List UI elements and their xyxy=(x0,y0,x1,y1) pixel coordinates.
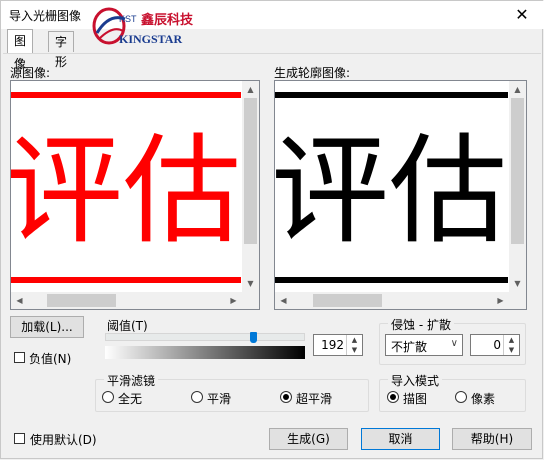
cancel-button[interactable]: 取消 xyxy=(361,428,440,450)
use-default-checkbox[interactable] xyxy=(14,433,25,444)
import-raster-dialog: 导入光栅图像 ✕ KST 鑫辰科技 KINGSTAR 图像 字形 源图像: 评估… xyxy=(0,0,544,459)
title-bar: 导入光栅图像 ✕ xyxy=(1,1,544,29)
source-top-bar xyxy=(11,92,241,98)
tab-panel-border xyxy=(3,53,541,55)
scroll-right-icon[interactable]: ▶ xyxy=(225,292,242,309)
scroll-left-icon[interactable]: ◀ xyxy=(11,292,28,309)
scroll-thumb[interactable] xyxy=(511,98,524,244)
threshold-stepper[interactable]: 192 ▲ ▼ xyxy=(313,334,363,356)
source-image-text: 评估 xyxy=(10,122,242,260)
import-trace-label: 描图 xyxy=(403,392,428,406)
window-title: 导入光栅图像 xyxy=(9,9,82,23)
threshold-value: 192 xyxy=(321,338,344,352)
stepper-down-icon[interactable]: ▼ xyxy=(347,345,362,355)
erode-stepper-arrows[interactable]: ▲ ▼ xyxy=(503,335,519,355)
load-button[interactable]: 加载(L)... xyxy=(10,316,84,338)
smoothing-none-radio[interactable] xyxy=(102,391,114,403)
erode-stepper[interactable]: 0 ▲ ▼ xyxy=(470,334,520,356)
threshold-stepper-arrows[interactable]: ▲ ▼ xyxy=(346,335,362,355)
smoothing-none-label: 全无 xyxy=(118,392,143,406)
outline-vertical-scrollbar[interactable]: ▲ ▼ xyxy=(509,81,526,292)
smoothing-super-label: 超平滑 xyxy=(296,392,333,406)
logo-english: KINGSTAR xyxy=(119,32,182,46)
negative-checkbox[interactable] xyxy=(14,352,25,363)
threshold-gradient xyxy=(105,346,305,359)
outline-top-bar xyxy=(275,92,508,98)
kingstar-logo: KST 鑫辰科技 KINGSTAR xyxy=(91,3,209,49)
chevron-down-icon: ∨ xyxy=(450,338,458,349)
erode-mode-select[interactable]: 不扩散 ∨ xyxy=(385,334,463,356)
stepper-up-icon[interactable]: ▲ xyxy=(504,335,519,345)
smoothing-super-radio[interactable] xyxy=(280,391,292,403)
stepper-down-icon[interactable]: ▼ xyxy=(504,345,519,355)
stepper-up-icon[interactable]: ▲ xyxy=(347,335,362,345)
scroll-corner xyxy=(509,292,526,309)
scroll-down-icon[interactable]: ▼ xyxy=(242,275,259,292)
logo-chinese: 鑫辰科技 xyxy=(140,12,194,28)
logo-kst: KST xyxy=(119,14,137,24)
smoothing-smooth-label: 平滑 xyxy=(207,392,232,406)
close-icon[interactable]: ✕ xyxy=(500,1,544,29)
outline-image-preview: 评估 ▲ ▼ ◀ ▶ xyxy=(274,80,527,310)
source-horizontal-scrollbar[interactable]: ◀ ▶ xyxy=(11,292,242,309)
erode-value: 0 xyxy=(493,338,501,352)
import-pixel-label: 像素 xyxy=(471,392,496,406)
smoothing-smooth-radio[interactable] xyxy=(191,391,203,403)
use-default-label: 使用默认(D) xyxy=(30,433,97,447)
scroll-down-icon[interactable]: ▼ xyxy=(509,275,526,292)
tab-glyph[interactable]: 字形 xyxy=(48,31,75,69)
negative-label: 负值(N) xyxy=(29,352,72,366)
tab-image[interactable]: 图像 xyxy=(7,29,34,71)
threshold-label: 阈值(T) xyxy=(107,319,148,333)
generate-button[interactable]: 生成(G) xyxy=(269,428,348,450)
scroll-up-icon[interactable]: ▲ xyxy=(509,81,526,98)
import-pixel-radio[interactable] xyxy=(455,391,467,403)
outline-image-text: 评估 xyxy=(274,122,508,260)
outline-bottom-bar xyxy=(275,277,508,283)
threshold-slider-thumb[interactable] xyxy=(250,332,257,343)
scroll-thumb[interactable] xyxy=(313,294,382,307)
import-mode-group: 导入模式 xyxy=(379,372,526,412)
help-button[interactable]: 帮助(H) xyxy=(452,428,532,450)
import-trace-radio[interactable] xyxy=(387,391,399,403)
source-bottom-bar xyxy=(11,277,241,283)
erode-mode-value: 不扩散 xyxy=(391,340,428,354)
scroll-thumb[interactable] xyxy=(47,294,116,307)
erode-diffuse-title: 侵蚀 - 扩散 xyxy=(388,316,454,333)
outline-horizontal-scrollbar[interactable]: ◀ ▶ xyxy=(275,292,509,309)
import-mode-title: 导入模式 xyxy=(388,372,443,389)
source-vertical-scrollbar[interactable]: ▲ ▼ xyxy=(242,81,259,292)
scroll-right-icon[interactable]: ▶ xyxy=(492,292,509,309)
source-image-label: 源图像: xyxy=(10,66,51,80)
threshold-slider-track[interactable] xyxy=(105,333,305,341)
smoothing-filter-title: 平滑滤镜 xyxy=(104,372,159,389)
outline-image-label: 生成轮廓图像: xyxy=(274,66,351,80)
scroll-corner xyxy=(242,292,259,309)
scroll-up-icon[interactable]: ▲ xyxy=(242,81,259,98)
source-image-preview: 评估 ▲ ▼ ◀ ▶ xyxy=(10,80,260,310)
scroll-thumb[interactable] xyxy=(244,98,257,244)
scroll-left-icon[interactable]: ◀ xyxy=(275,292,292,309)
